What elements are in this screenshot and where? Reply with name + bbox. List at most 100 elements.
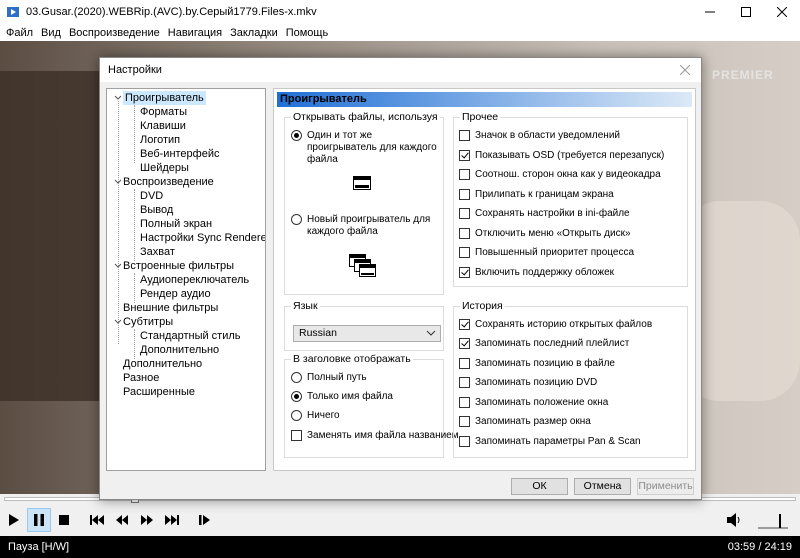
title-nothing-option[interactable]: Ничего bbox=[291, 410, 340, 421]
tree-item-external-filters[interactable]: Внешние фильтры bbox=[123, 301, 218, 315]
stop-icon[interactable] bbox=[52, 508, 76, 532]
checkbox[interactable] bbox=[459, 358, 470, 369]
pause-icon[interactable] bbox=[27, 508, 51, 532]
chevron-down-icon[interactable] bbox=[114, 263, 122, 269]
tree-item-output[interactable]: Вывод bbox=[140, 203, 173, 217]
history-option-dvd-position[interactable]: Запоминать позицию DVD bbox=[459, 377, 597, 388]
tree-item-sync-renderer[interactable]: Настройки Sync Renderer bbox=[140, 231, 265, 245]
tree-item-audio-renderer[interactable]: Рендер аудио bbox=[140, 287, 211, 301]
checkbox-replace-filename[interactable] bbox=[291, 430, 302, 441]
settings-dialog: Настройки Проигрыватель Форматы Клавиши … bbox=[99, 57, 702, 500]
chevron-down-icon[interactable] bbox=[114, 95, 122, 101]
radio-nothing[interactable] bbox=[291, 410, 302, 421]
tree-item-subtitles[interactable]: Субтитры bbox=[123, 315, 173, 329]
open-same-player-option[interactable]: Один и тот же проигрыватель для каждого … bbox=[291, 130, 441, 166]
history-option-pan-scan[interactable]: Запоминать параметры Pan & Scan bbox=[459, 436, 641, 447]
menu-help[interactable]: Помощь bbox=[282, 27, 333, 39]
frame-step-icon[interactable] bbox=[193, 508, 217, 532]
volume-slider[interactable] bbox=[758, 510, 790, 530]
chevron-down-icon[interactable] bbox=[114, 319, 122, 325]
menu-file[interactable]: Файл bbox=[2, 27, 37, 39]
other-option-cover-art[interactable]: Включить поддержку обложек bbox=[459, 267, 614, 278]
ok-button[interactable]: ОК bbox=[511, 478, 568, 495]
tree-item-capture[interactable]: Захват bbox=[140, 245, 175, 259]
title-display-label: В заголовке отображать bbox=[291, 353, 413, 365]
checkbox[interactable] bbox=[459, 397, 470, 408]
tree-item-playback[interactable]: Воспроизведение bbox=[123, 175, 214, 189]
volume-icon[interactable] bbox=[724, 508, 746, 532]
apply-button[interactable]: Применить bbox=[637, 478, 694, 495]
checkbox[interactable] bbox=[459, 189, 470, 200]
tree-item-advanced[interactable]: Расширенные bbox=[123, 385, 195, 399]
history-option-window-size[interactable]: Запоминать размер окна bbox=[459, 416, 591, 427]
other-option-priority[interactable]: Повышенный приоритет процесса bbox=[459, 247, 634, 258]
title-full-path-option[interactable]: Полный путь bbox=[291, 372, 367, 383]
language-select[interactable]: Russian bbox=[293, 325, 441, 342]
menu-navigate[interactable]: Навигация bbox=[164, 27, 226, 39]
option-label: Только имя файла bbox=[307, 391, 393, 402]
checkbox[interactable] bbox=[459, 130, 470, 141]
tree-item-shaders[interactable]: Шейдеры bbox=[140, 161, 189, 175]
other-option-snap[interactable]: Прилипать к границам экрана bbox=[459, 189, 614, 200]
checkbox[interactable] bbox=[459, 319, 470, 330]
dialog-close-icon[interactable] bbox=[677, 62, 693, 78]
open-new-player-option[interactable]: Новый проигрыватель для каждого файла bbox=[291, 214, 441, 238]
checkbox[interactable] bbox=[459, 150, 470, 161]
next-icon[interactable] bbox=[160, 508, 184, 532]
tree-item-web-interface[interactable]: Веб-интерфейс bbox=[140, 147, 219, 161]
other-option-disable-disc-menu[interactable]: Отключить меню «Открыть диск» bbox=[459, 228, 631, 239]
play-icon[interactable] bbox=[2, 508, 26, 532]
chevron-down-icon[interactable] bbox=[114, 179, 122, 185]
checkbox[interactable] bbox=[459, 338, 470, 349]
tree-item-keys[interactable]: Клавиши bbox=[140, 119, 186, 133]
radio-full-path[interactable] bbox=[291, 372, 302, 383]
option-label: Показывать OSD (требуется перезапуск) bbox=[475, 150, 665, 161]
tree-item-subtitles-misc[interactable]: Дополнительно bbox=[140, 343, 219, 357]
maximize-icon[interactable] bbox=[728, 0, 764, 24]
checkbox[interactable] bbox=[459, 436, 470, 447]
option-label: Ничего bbox=[307, 410, 340, 421]
other-option-tray-icon[interactable]: Значок в области уведомлений bbox=[459, 130, 620, 141]
tree-item-logo[interactable]: Логотип bbox=[140, 133, 180, 147]
other-option-osd[interactable]: Показывать OSD (требуется перезапуск) bbox=[459, 150, 664, 161]
history-option-window-position[interactable]: Запоминать положение окна bbox=[459, 397, 608, 408]
radio-filename-only[interactable] bbox=[291, 391, 302, 402]
history-option-file-position[interactable]: Запоминать позицию в файле bbox=[459, 358, 615, 369]
tree-item-fullscreen[interactable]: Полный экран bbox=[140, 217, 212, 231]
menu-play[interactable]: Воспроизведение bbox=[65, 27, 164, 39]
forward-icon[interactable] bbox=[135, 508, 159, 532]
checkbox[interactable] bbox=[459, 416, 470, 427]
tree-item-player[interactable]: Проигрыватель bbox=[123, 91, 206, 105]
history-option-recent-files[interactable]: Сохранять историю открытых файлов bbox=[459, 319, 652, 330]
menu-view[interactable]: Вид bbox=[37, 27, 65, 39]
tree-item-default-style[interactable]: Стандартный стиль bbox=[140, 329, 241, 343]
checkbox[interactable] bbox=[459, 228, 470, 239]
menu-bookmarks[interactable]: Закладки bbox=[226, 27, 282, 39]
close-icon[interactable] bbox=[764, 0, 800, 24]
checkbox[interactable] bbox=[459, 208, 470, 219]
option-label: Включить поддержку обложек bbox=[475, 267, 615, 278]
checkbox[interactable] bbox=[459, 377, 470, 388]
history-option-playlist[interactable]: Запоминать последний плейлист bbox=[459, 338, 629, 349]
tree-item-dvd[interactable]: DVD bbox=[140, 189, 163, 203]
option-label: Запоминать позицию в файле bbox=[475, 358, 615, 369]
rewind-icon[interactable] bbox=[110, 508, 134, 532]
cancel-button[interactable]: Отмена bbox=[574, 478, 631, 495]
replace-filename-option[interactable]: Заменять имя файла названием bbox=[291, 430, 459, 441]
checkbox[interactable] bbox=[459, 267, 470, 278]
title-filename-option[interactable]: Только имя файла bbox=[291, 391, 393, 402]
checkbox[interactable] bbox=[459, 169, 470, 180]
radio-same-player[interactable] bbox=[291, 130, 302, 141]
other-option-aspect[interactable]: Соотнош. сторон окна как у видеокадра bbox=[459, 169, 661, 180]
tree-item-audio-switcher[interactable]: Аудиопереключатель bbox=[140, 273, 249, 287]
tree-item-internal-filters[interactable]: Встроенные фильтры bbox=[123, 259, 234, 273]
checkbox[interactable] bbox=[459, 247, 470, 258]
radio-new-player[interactable] bbox=[291, 214, 302, 225]
tree-item-misc[interactable]: Разное bbox=[123, 371, 159, 385]
history-label: История bbox=[460, 300, 505, 312]
tree-item-formats[interactable]: Форматы bbox=[140, 105, 187, 119]
minimize-icon[interactable] bbox=[692, 0, 728, 24]
prev-icon[interactable] bbox=[85, 508, 109, 532]
tree-item-tweaks[interactable]: Дополнительно bbox=[123, 357, 202, 371]
other-option-ini[interactable]: Сохранять настройки в ini-файле bbox=[459, 208, 630, 219]
